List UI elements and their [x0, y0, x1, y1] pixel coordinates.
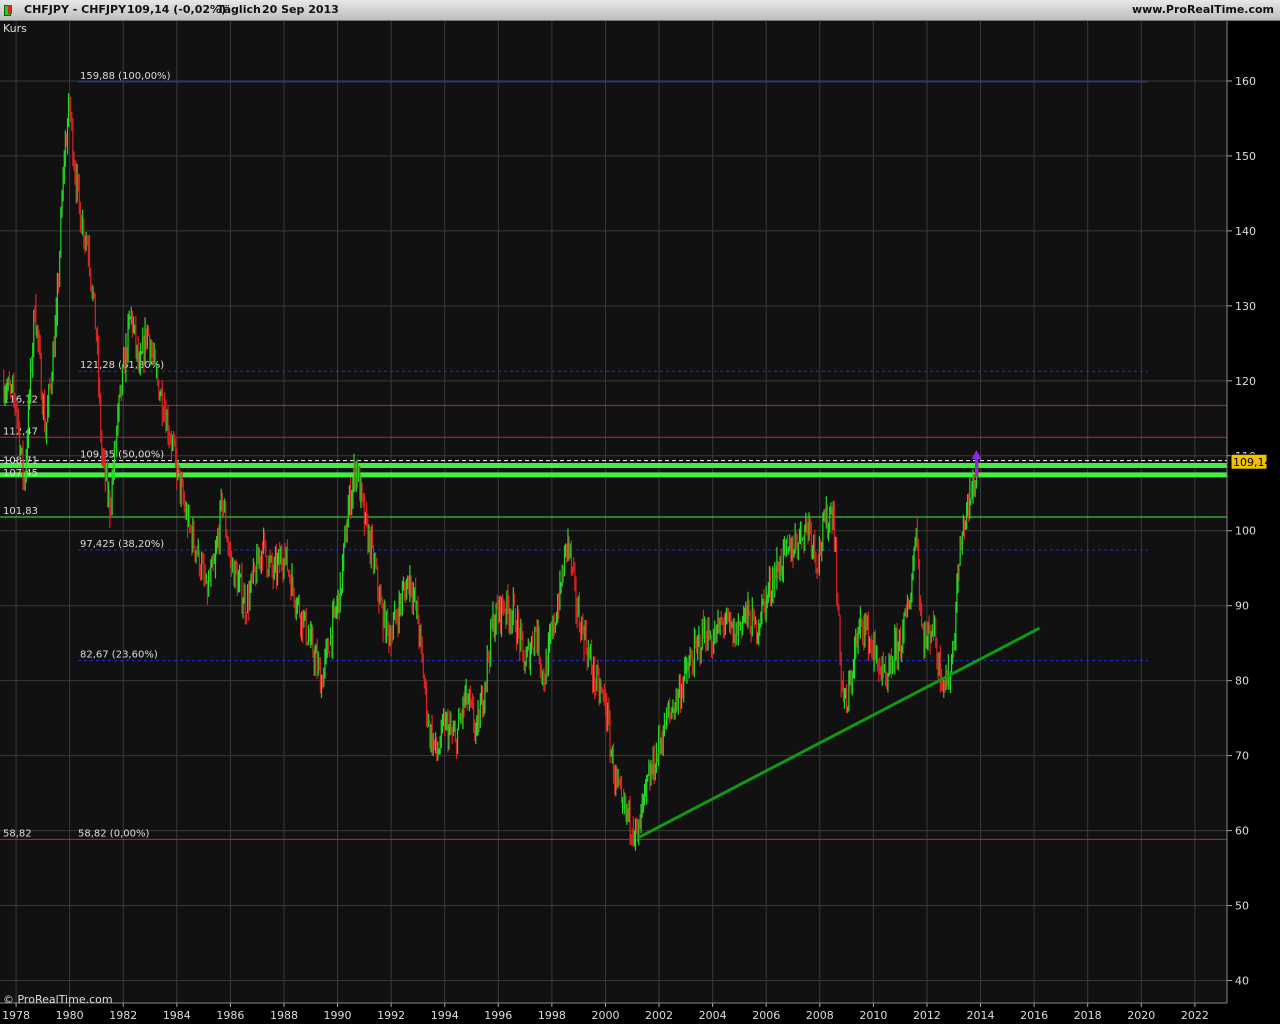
last-price-label: 109,14: [1233, 456, 1272, 469]
price-axis-panel: [1227, 21, 1280, 1024]
y-tick-label: 140: [1235, 225, 1256, 238]
x-tick-label: 1982: [109, 1009, 137, 1022]
y-tick-label: 90: [1235, 600, 1249, 613]
x-tick-label: 2018: [1074, 1009, 1102, 1022]
x-tick-label: 2004: [699, 1009, 727, 1022]
title-bar: CHFJPY - CHFJPY 109,14 (-0,02%) Täglich …: [0, 0, 1280, 21]
level-label: 108,71: [3, 455, 38, 466]
x-tick-label: 1986: [216, 1009, 244, 1022]
level-label: 97,425 (38,20%): [80, 539, 164, 550]
x-tick-label: 2008: [806, 1009, 834, 1022]
instrument-name: CHFJPY - CHFJPY: [24, 3, 127, 16]
level-label: 58,82 (0,00%): [78, 828, 149, 839]
level-label: 109,35 (50,00%): [80, 450, 164, 461]
x-tick-label: 1998: [538, 1009, 566, 1022]
x-tick-label: 1992: [377, 1009, 405, 1022]
x-tick-label: 2022: [1181, 1009, 1209, 1022]
x-tick-label: 2002: [645, 1009, 673, 1022]
x-tick-label: 2012: [913, 1009, 941, 1022]
level-label: 159,88 (100,00%): [80, 71, 171, 82]
chart-title: Kurs: [3, 22, 27, 35]
site-label[interactable]: www.ProRealTime.com: [1132, 3, 1274, 16]
x-tick-label: 1994: [431, 1009, 459, 1022]
x-tick-label: 2014: [967, 1009, 995, 1022]
y-tick-label: 160: [1235, 75, 1256, 88]
x-tick-label: 2000: [591, 1009, 619, 1022]
y-tick-label: 80: [1235, 675, 1249, 688]
y-tick-label: 100: [1235, 525, 1256, 538]
date-label: 20 Sep 2013: [262, 3, 339, 16]
y-tick-label: 120: [1235, 375, 1256, 388]
level-label: 82,67 (23,60%): [80, 650, 158, 661]
level-label: 116,72: [3, 394, 38, 405]
level-label: 107,45: [3, 468, 38, 479]
y-tick-label: 40: [1235, 975, 1249, 988]
copyright: © ProRealTime.com: [3, 993, 113, 1006]
x-tick-label: 1984: [163, 1009, 191, 1022]
x-tick-label: 2010: [859, 1009, 887, 1022]
x-tick-label: 2020: [1127, 1009, 1155, 1022]
price-chart[interactable]: 159,88 (100,00%)121,28 (61,80%)116,72112…: [0, 21, 1280, 1024]
y-tick-label: 150: [1235, 150, 1256, 163]
level-label: 101,83: [3, 506, 38, 517]
last-price-change: 109,14 (-0,02%): [127, 3, 227, 16]
x-tick-label: 1988: [270, 1009, 298, 1022]
y-tick-label: 60: [1235, 825, 1249, 838]
level-label: 58,82: [3, 828, 32, 839]
period-label: Täglich: [217, 3, 261, 16]
y-tick-label: 50: [1235, 900, 1249, 913]
x-tick-label: 1978: [2, 1009, 30, 1022]
x-tick-label: 1996: [484, 1009, 512, 1022]
y-tick-label: 130: [1235, 300, 1256, 313]
x-tick-label: 1980: [56, 1009, 84, 1022]
y-tick-label: 70: [1235, 750, 1249, 763]
x-tick-label: 1990: [324, 1009, 352, 1022]
level-label: 112,47: [3, 426, 38, 437]
red-candle-icon: [8, 5, 12, 14]
x-tick-label: 2016: [1020, 1009, 1048, 1022]
x-tick-label: 2006: [752, 1009, 780, 1022]
